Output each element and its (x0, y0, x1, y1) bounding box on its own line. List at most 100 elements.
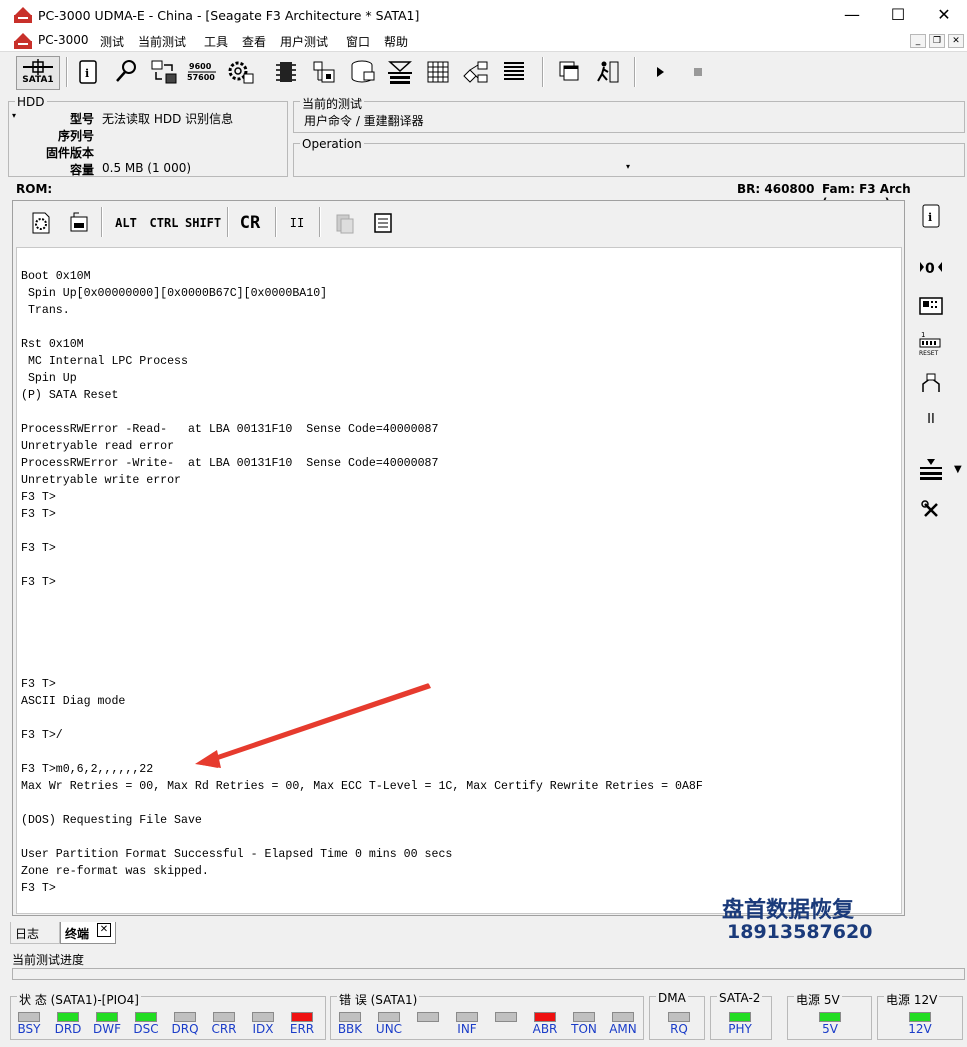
minimize-button[interactable]: — (829, 0, 875, 30)
terminal-line: F3 T> (21, 678, 56, 691)
serial-label: 序列号 (57, 129, 94, 143)
copy-windows-icon[interactable] (554, 56, 586, 88)
stop-icon[interactable] (682, 56, 714, 88)
hdd-panel-title: HDD (15, 95, 47, 109)
sata-port-button[interactable]: SATA1 (16, 56, 60, 90)
key-search-icon[interactable] (110, 56, 142, 88)
report-list-icon[interactable] (498, 56, 530, 88)
side-dropdown-icon[interactable]: ▼ (954, 464, 962, 475)
toolbar-separator (66, 57, 68, 87)
terminal-line: F3 T> (21, 882, 56, 895)
status-led-label: INF (457, 1022, 477, 1036)
menu-window[interactable]: 窗口 (346, 33, 370, 50)
hdd-dropdown-icon[interactable]: ▾ (12, 111, 16, 120)
baud-bottom-text: 57600 (187, 73, 215, 82)
mdi-minimize-button[interactable]: _ (910, 34, 926, 48)
status-led-unc (378, 1012, 400, 1022)
menu-help[interactable]: 帮助 (384, 33, 408, 50)
terminal-line: User Partition Format Successful - Elaps… (21, 848, 453, 861)
terminal-log-icon[interactable] (369, 209, 397, 237)
mdi-restore-button[interactable]: ❐ (929, 34, 945, 48)
drive-info-scroll-icon[interactable]: i (72, 56, 104, 88)
toolbar-separator (101, 207, 103, 237)
ctrl-key-button[interactable]: CTRL (147, 209, 181, 237)
svg-text:i: i (85, 67, 89, 80)
status-led-unlabeled (417, 1012, 439, 1022)
shift-key-button[interactable]: SHIFT (185, 209, 221, 237)
terminal-line: (P) SATA Reset (21, 389, 119, 402)
status-led-label: BSY (17, 1022, 41, 1036)
reset-label: RESET (919, 350, 939, 357)
status-led-12v (909, 1012, 931, 1022)
reset-icon[interactable]: 1 RESET (917, 328, 945, 357)
power-cycle-icon[interactable]: 0 (917, 253, 945, 281)
current-test-value: 用户命令 / 重建翻译器 (304, 114, 424, 128)
exit-run-icon[interactable] (592, 56, 624, 88)
status-led-label: BBK (337, 1022, 363, 1036)
tools-wrench-icon[interactable] (917, 496, 945, 524)
cr-key-button[interactable]: CR (235, 209, 265, 237)
jumper-switch-icon[interactable] (917, 370, 945, 398)
terminal-toolbar: ALT CTRL SHIFT CR II (13, 201, 904, 245)
tab-terminal[interactable]: 终端 ✕ (60, 922, 116, 944)
alt-key-button[interactable]: ALT (111, 209, 141, 237)
side-info-icon[interactable]: i (917, 202, 945, 230)
status-group-title: 电源 5V (794, 991, 842, 1008)
terminal-line: F3 T> (21, 542, 56, 555)
status-led-drq (174, 1012, 196, 1022)
menu-bar: PC-3000 测试 当前测试 工具 查看 用户测试 窗口 帮助 _ ❐ ✕ (0, 30, 967, 52)
svg-text:i: i (928, 211, 932, 224)
sata-port-label: SATA1 (22, 75, 54, 85)
module-tree-icon[interactable] (308, 56, 340, 88)
menu-tools[interactable]: 工具 (204, 33, 228, 50)
operation-dropdown-icon[interactable]: ▾ (626, 162, 630, 171)
chip-icon[interactable] (270, 56, 302, 88)
hdd-panel: HDD ▾ 型号 无法读取 HDD 识别信息 序列号 固件版本 容量 0.5 M… (8, 95, 288, 177)
terminal-save-icon[interactable] (65, 209, 93, 237)
heads-map-icon[interactable] (384, 56, 416, 88)
rom-label: ROM: (16, 182, 53, 196)
terminal-line: F3 T>/ (21, 729, 63, 742)
maximize-button[interactable]: ☐ (875, 0, 921, 30)
terminal-output[interactable]: Boot 0x10M Spin Up[0x00000000][0x0000B67… (16, 247, 902, 914)
menu-user-test[interactable]: 用户测试 (280, 33, 328, 50)
tab-log[interactable]: 日志 (10, 922, 60, 944)
menu-pc3000[interactable]: PC-3000 (38, 33, 88, 47)
watermark-phone: 18913587620 (727, 921, 873, 943)
board-icon[interactable] (917, 292, 945, 320)
flow-diagram-icon[interactable] (460, 56, 492, 88)
terminal-line: F3 T> (21, 491, 56, 504)
menu-current-test[interactable]: 当前测试 (138, 33, 186, 50)
capacity-label: 容量 (69, 163, 94, 177)
mdi-close-button[interactable]: ✕ (948, 34, 964, 48)
sector-grid-icon[interactable] (422, 56, 454, 88)
pc3000-menu-icon[interactable] (14, 33, 32, 49)
side-pause-button[interactable]: II (917, 406, 945, 434)
status-led-dsc (135, 1012, 157, 1022)
settings-gear-icon[interactable] (224, 56, 256, 88)
paste-disabled-icon[interactable] (331, 209, 359, 237)
terminal-line: F3 T> (21, 508, 56, 521)
menu-test[interactable]: 测试 (100, 33, 124, 50)
status-led-label: 5V (822, 1022, 838, 1036)
terminal-line: Zone re-format was skipped. (21, 865, 209, 878)
menu-view[interactable]: 查看 (242, 33, 266, 50)
terminal-line: Unretryable read error (21, 440, 175, 453)
close-button[interactable]: ✕ (921, 0, 967, 30)
status-led-5v (819, 1012, 841, 1022)
window-title: PC-3000 UDMA-E - China - [Seagate F3 Arc… (38, 8, 420, 23)
transfer-icon[interactable] (148, 56, 180, 88)
terminal-settings-icon[interactable] (27, 209, 55, 237)
terminal-line: Rst 0x10M (21, 338, 84, 351)
tab-close-icon[interactable]: ✕ (97, 923, 111, 937)
status-led-label: UNC (375, 1022, 403, 1036)
baud-rate-icon[interactable]: 9600 57600 (186, 56, 218, 88)
terminal-line: F3 T> (21, 576, 56, 589)
play-icon[interactable] (644, 56, 676, 88)
heads-offset-icon[interactable] (917, 455, 945, 483)
baud-top-text: 9600 (189, 62, 212, 71)
status-led-label: CRR (211, 1022, 237, 1036)
pause-button[interactable]: II (285, 209, 309, 237)
status-led-drd (57, 1012, 79, 1022)
disk-database-icon[interactable] (346, 56, 378, 88)
